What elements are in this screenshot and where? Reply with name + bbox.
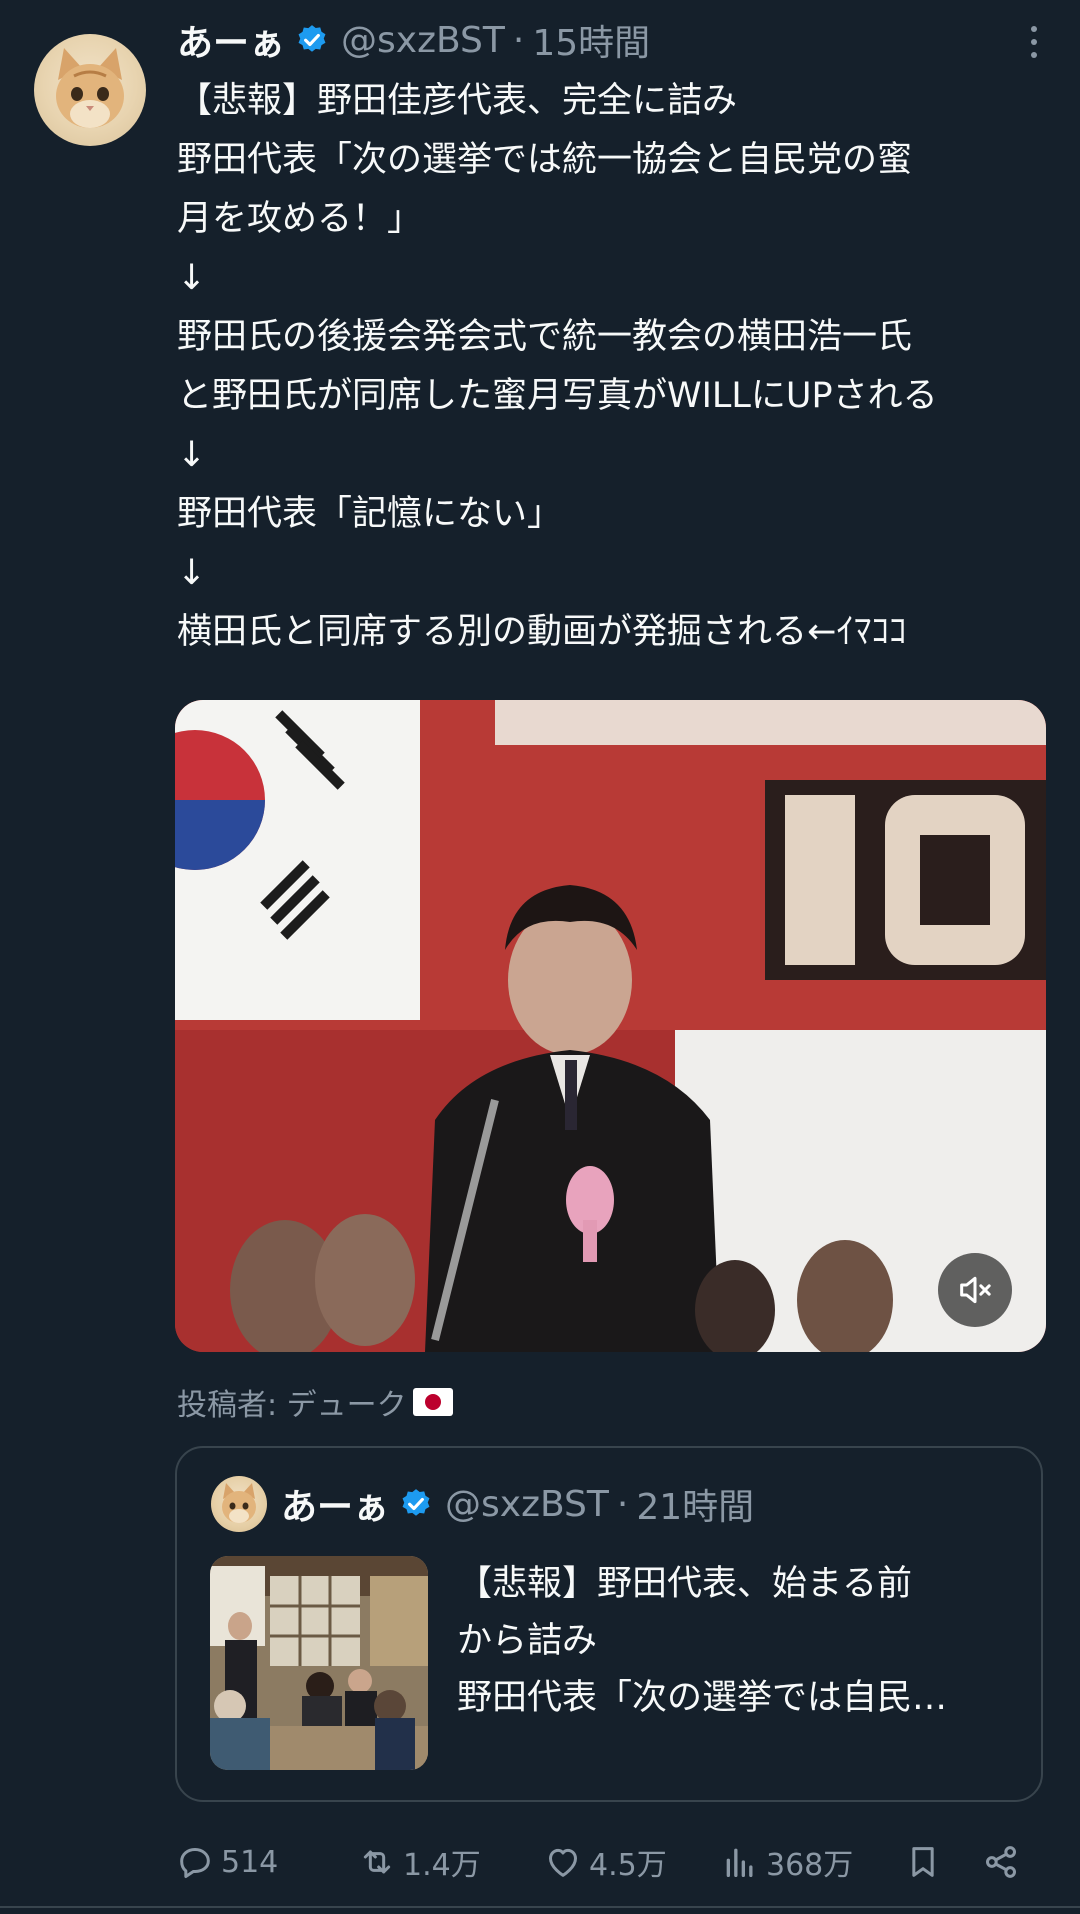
post-text-line: 横田氏と同席する別の動画が発掘される←ｲﾏｺｺ: [177, 612, 907, 652]
more-options-icon[interactable]: [1028, 26, 1040, 60]
video-frame: [175, 700, 1046, 1352]
quoted-post-text: 【悲報】野田代表、始まる前 から詰み 野田代表「次の選挙では自民…: [457, 1556, 1017, 1727]
quoted-text-line: 【悲報】野田代表、始まる前: [457, 1564, 913, 1604]
separator-dot: ·: [512, 19, 525, 61]
repost-button[interactable]: 1.4万: [357, 1832, 481, 1892]
repost-count: 1.4万: [403, 1848, 481, 1883]
like-button[interactable]: 4.5万: [543, 1832, 667, 1892]
author-avatar[interactable]: [34, 34, 146, 146]
verified-badge-icon: [402, 1489, 430, 1516]
share-button[interactable]: [981, 1832, 1027, 1892]
mute-icon: [960, 1276, 991, 1304]
post-text-line: ↓: [177, 258, 207, 298]
quoted-text-line: 野田代表「次の選挙では自民…: [457, 1678, 948, 1718]
post-text: 【悲報】野田佳彦代表、完全に詰み 野田代表「次の選挙では統一協会と自民党の蜜 月…: [177, 72, 1057, 662]
quoted-post[interactable]: あーぁ @sxzBST · 21時間 【悲報】野田代表、始まる前 から詰み 野田…: [175, 1446, 1043, 1802]
quoted-photo: [210, 1556, 428, 1770]
action-bar: 514 1.4万 4.5万 368万: [175, 1832, 1045, 1892]
post-text-line: 野田代表「次の選挙では統一協会と自民党の蜜: [177, 140, 913, 180]
repost-icon: [363, 1850, 391, 1874]
post-text-line: 【悲報】野田佳彦代表、完全に詰み: [177, 81, 738, 121]
post-text-line: と野田氏が同席した蜜月写真がWILLにUPされる: [177, 376, 938, 416]
post-text-line: 月を攻める！」: [177, 199, 423, 239]
mute-button[interactable]: [938, 1253, 1012, 1327]
reply-button[interactable]: 514: [175, 1832, 278, 1892]
post-text-line: 野田代表「記憶にない」: [177, 494, 563, 534]
post-text-line: ↓: [177, 435, 207, 475]
quoted-author-handle: @sxzBST: [445, 1483, 609, 1525]
quoted-post-header: あーぁ @sxzBST · 21時間: [281, 1478, 754, 1530]
reply-icon: [180, 1848, 210, 1878]
media-credit-text: 投稿者: デューク: [177, 1388, 407, 1423]
quoted-author-name: あーぁ: [281, 1487, 390, 1528]
quoted-author-avatar: [211, 1476, 267, 1532]
media-credit[interactable]: 投稿者: デューク: [177, 1380, 453, 1424]
bookmark-icon: [912, 1847, 934, 1877]
video-player[interactable]: [175, 700, 1046, 1352]
view-count: 368万: [766, 1848, 854, 1883]
post-time[interactable]: 15時間: [532, 14, 650, 66]
quoted-post-time: 21時間: [636, 1487, 755, 1528]
post-header: あーぁ @sxzBST · 15時間: [177, 14, 650, 66]
japan-flag-icon: [412, 1388, 453, 1416]
author-name[interactable]: あーぁ: [177, 14, 285, 66]
cat-avatar-image: [56, 48, 124, 128]
share-icon: [986, 1846, 1016, 1878]
views-button[interactable]: 368万: [720, 1832, 853, 1892]
bookmark-button[interactable]: [903, 1832, 949, 1892]
quoted-post-thumbnail[interactable]: [210, 1556, 428, 1770]
post-text-line: ↓: [177, 553, 207, 593]
reply-count: 514: [221, 1844, 279, 1880]
verified-badge-icon: [298, 25, 326, 52]
like-icon: [549, 1848, 577, 1877]
author-handle[interactable]: @sxzBST: [341, 20, 505, 61]
divider: [0, 1906, 1080, 1908]
views-icon: [726, 1848, 753, 1877]
like-count: 4.5万: [589, 1848, 667, 1883]
post-text-line: 野田氏の後援会発会式で統一教会の横田浩一氏: [177, 317, 913, 357]
quoted-text-line: から詰み: [457, 1621, 598, 1661]
separator-dot: ·: [616, 1483, 629, 1525]
cat-avatar-image: [222, 1483, 256, 1523]
